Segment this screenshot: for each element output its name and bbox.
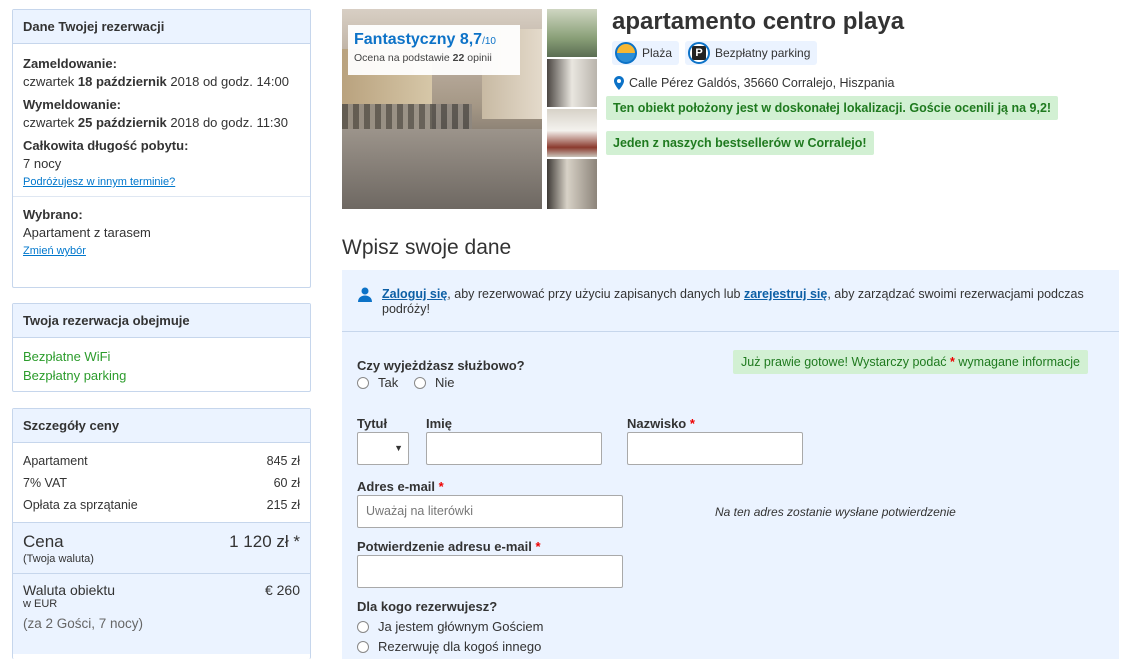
email-label: Adres e-mail * [357, 479, 444, 494]
bestseller-highlight: Jeden z naszych bestsellerów w Corralejo… [606, 131, 874, 155]
user-icon [358, 287, 372, 302]
business-trip-yes-radio[interactable]: Tak [357, 375, 398, 390]
rating-score: 8,7 [459, 31, 483, 48]
email-input[interactable]: Uważaj na literówki [357, 495, 623, 528]
other-dates-link[interactable]: Podróżujesz w innym terminie? [23, 176, 175, 188]
guests-note: (za 2 Gości, 7 nocy) [23, 616, 144, 631]
change-selection-link[interactable]: Zmień wybór [23, 245, 86, 257]
includes-title: Twoja rezerwacja obejmuje [13, 304, 310, 338]
total-price-note: (Twoja waluta) [23, 553, 94, 565]
include-item-parking: Bezpłatny parking [23, 368, 127, 383]
first-name-label: Imię [426, 416, 453, 431]
location-pin-icon [614, 76, 624, 90]
title-select[interactable]: ▼ [357, 432, 409, 465]
guest-details-form: Zaloguj się, aby rezerwować przy użyciu … [342, 270, 1119, 659]
login-bar: Zaloguj się, aby rezerwować przy użyciu … [342, 270, 1119, 332]
stay-length-value: 7 nocy [23, 156, 62, 171]
total-price-label: Cena [23, 532, 64, 551]
rating-scale: /10 [482, 36, 496, 47]
booking-details-card: Dane Twojej rezerwacji Zameldowanie: czw… [12, 9, 311, 288]
selected-label: Wybrano: [23, 207, 83, 222]
beach-icon [615, 42, 637, 64]
booking-for-other-radio[interactable]: Rezerwuję dla kogoś innego [357, 639, 541, 654]
parking-icon: P [688, 42, 710, 64]
property-currency-value: € 260 [264, 582, 300, 598]
checkin-label: Zameldowanie: [23, 56, 117, 71]
email-note: Na ten adres zostanie wysłane potwierdze… [715, 505, 956, 519]
price-row: Opłata za sprzątanie 215 zł [23, 498, 300, 512]
last-name-input[interactable] [627, 432, 803, 465]
checkout-label: Wymeldowanie: [23, 97, 122, 112]
gallery-thumbnail[interactable] [547, 109, 597, 157]
login-link[interactable]: Zaloguj się [382, 287, 447, 301]
gallery-thumbnail[interactable] [547, 9, 597, 57]
booking-details-title: Dane Twojej rezerwacji [13, 10, 310, 44]
email-confirm-label: Potwierdzenie adresu e-mail * [357, 539, 541, 554]
price-card: Szczegóły ceny Apartament 845 zł 7% VAT 60… [12, 408, 311, 659]
property-currency-label: Waluta obiektu [23, 582, 116, 598]
gallery-thumbnail[interactable] [547, 59, 597, 107]
includes-card: Twoja rezerwacja obejmuje Bezpłatne WiFi… [12, 303, 311, 392]
property-currency-note: w EUR [23, 598, 58, 610]
email-confirm-input[interactable] [357, 555, 623, 588]
price-title: Szczegóły ceny [13, 409, 310, 443]
title-label: Tytuł [357, 416, 388, 431]
chevron-down-icon: ▼ [394, 443, 403, 453]
booking-for-label: Dla kogo rezerwujesz? [357, 599, 498, 614]
business-trip-label: Czy wyjeżdżasz służbowo? [357, 358, 525, 373]
include-item-wifi: Bezpłatne WiFi [23, 349, 111, 364]
selected-value: Apartament z tarasem [23, 225, 151, 240]
price-row: Apartament 845 zł [23, 454, 300, 468]
required-info-note: Już prawie gotowe! Wystarczy podać * wym… [733, 350, 1088, 374]
rating-word: Fantastyczny [354, 31, 456, 48]
rating-box: Fantastyczny 8,7/10 Ocena na podstawie 2… [348, 25, 520, 75]
price-row: 7% VAT 60 zł [23, 476, 300, 490]
main-photo[interactable]: Fantastyczny 8,7/10 Ocena na podstawie 2… [342, 9, 542, 209]
total-price-value: 1 120 zł * [229, 532, 300, 551]
checkin-value: czwartek 18 październik 2018 od godz. 14… [23, 74, 289, 89]
hotel-address: Calle Pérez Galdós, 35660 Corralejo, His… [614, 76, 894, 90]
rating-sub: Ocena na podstawie 22 opinii [354, 52, 492, 64]
checkout-value: czwartek 25 październik 2018 do godz. 11… [23, 115, 289, 130]
price-total-box: Cena 1 120 zł * (Twoja waluta) Waluta ob… [13, 522, 310, 654]
form-section-title: Wpisz swoje dane [342, 236, 512, 259]
register-link[interactable]: zarejestruj się [744, 287, 827, 301]
login-text: Zaloguj się, aby rezerwować przy użyciu … [382, 287, 1084, 316]
location-highlight: Ten obiekt położony jest w doskonałej lo… [606, 96, 1059, 120]
last-name-label: Nazwisko * [627, 416, 695, 431]
gallery-thumbnail[interactable] [547, 159, 597, 209]
facility-beach: Plaża [612, 41, 680, 65]
business-trip-no-radio[interactable]: Nie [414, 375, 455, 390]
stay-length-label: Całkowita długość pobytu: [23, 138, 189, 153]
first-name-input[interactable] [426, 432, 602, 465]
booking-for-self-radio[interactable]: Ja jestem głównym Gościem [357, 619, 543, 634]
facility-parking: P Bezpłatny parking [685, 41, 818, 65]
hotel-name: apartamento centro playa [612, 8, 905, 35]
